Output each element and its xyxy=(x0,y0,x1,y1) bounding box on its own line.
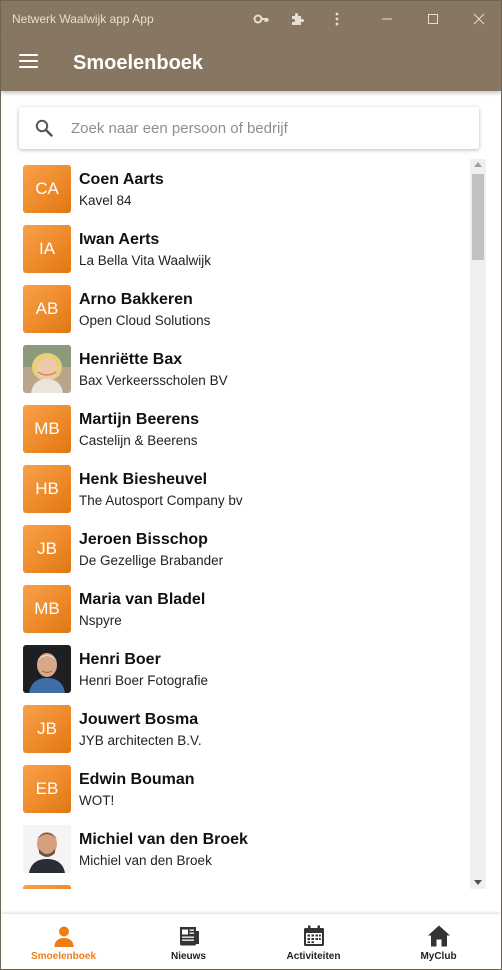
list-item[interactable]: JB Jouwert Bosma JYB architecten B.V. xyxy=(19,699,469,759)
close-icon[interactable] xyxy=(469,9,489,29)
contact-company: Michiel van den Broek xyxy=(79,853,212,868)
newspaper-icon xyxy=(179,927,199,946)
avatar xyxy=(23,885,71,889)
contact-company: The Autosport Company bv xyxy=(79,493,243,508)
scroll-up-arrow-icon[interactable] xyxy=(474,162,482,167)
avatar: JB xyxy=(23,705,71,753)
contact-list: CA Coen Aarts Kavel 84 IA Iwan Aerts La … xyxy=(19,159,469,889)
avatar-photo xyxy=(23,825,71,873)
contact-company: Kavel 84 xyxy=(79,193,132,208)
contact-company: Nspyre xyxy=(79,613,122,628)
contact-name: Henri Boer xyxy=(79,651,161,668)
list-item[interactable]: CA Coen Aarts Kavel 84 xyxy=(19,159,469,219)
contact-company: Open Cloud Solutions xyxy=(79,313,211,328)
contact-company: Bax Verkeersscholen BV xyxy=(79,373,228,388)
contact-name: Michiel van den Broek xyxy=(79,831,248,848)
nav-label: Activiteiten xyxy=(286,951,341,962)
contact-company: De Gezellige Brabander xyxy=(79,553,224,568)
contact-name: Henriëtte Bax xyxy=(79,351,183,368)
avatar-photo xyxy=(23,345,71,393)
nav-myclub[interactable]: MyClub xyxy=(376,914,501,969)
page-title: Smoelenboek xyxy=(73,52,204,74)
scroll-down-arrow-icon[interactable] xyxy=(474,880,482,885)
nav-nieuws[interactable]: Nieuws xyxy=(126,914,251,969)
more-vertical-icon[interactable] xyxy=(327,9,347,29)
contact-name: Jeroen Bisschop xyxy=(79,531,208,548)
search-icon[interactable] xyxy=(35,119,53,137)
contact-company: WOT! xyxy=(79,793,115,808)
list-item[interactable]: HB Henk Biesheuvel The Autosport Company… xyxy=(19,459,469,519)
list-item[interactable]: EB Edwin Bouman WOT! xyxy=(19,759,469,819)
contact-name: Arno Bakkeren xyxy=(79,291,193,308)
person-icon xyxy=(54,926,73,947)
contact-company: La Bella Vita Waalwijk xyxy=(79,253,212,268)
contact-name: Martijn Beerens xyxy=(79,411,200,428)
contact-name: Jouwert Bosma xyxy=(79,711,199,728)
contact-name: Coen Aarts xyxy=(79,171,164,188)
list-item[interactable]: IA Iwan Aerts La Bella Vita Waalwijk xyxy=(19,219,469,279)
contact-name: Henk Biesheuvel xyxy=(79,471,208,488)
avatar: MB xyxy=(23,405,71,453)
avatar: JB xyxy=(23,525,71,573)
avatar: CA xyxy=(23,165,71,213)
list-item[interactable]: MB Martijn Beerens Castelijn & Beerens xyxy=(19,399,469,459)
avatar: IA xyxy=(23,225,71,273)
list-item[interactable] xyxy=(19,879,469,889)
search-input[interactable] xyxy=(71,115,467,141)
contact-company: Castelijn & Beerens xyxy=(79,433,198,448)
avatar: HB xyxy=(23,465,71,513)
maximize-icon[interactable] xyxy=(423,9,443,29)
window-title: Netwerk Waalwijk app App xyxy=(12,12,154,26)
hamburger-menu-icon[interactable] xyxy=(19,54,39,74)
minimize-icon[interactable] xyxy=(377,9,397,29)
nav-label: MyClub xyxy=(420,951,457,962)
list-item[interactable]: JB Jeroen Bisschop De Gezellige Brabande… xyxy=(19,519,469,579)
extensions-icon[interactable] xyxy=(287,9,307,29)
avatar: AB xyxy=(23,285,71,333)
bottom-navigation: Smoelenboek Nieuws Activiteiten MyClub xyxy=(1,914,501,969)
contact-company: JYB architecten B.V. xyxy=(79,733,202,748)
search-bar[interactable] xyxy=(19,107,479,149)
scrollbar-thumb[interactable] xyxy=(472,174,484,260)
home-icon xyxy=(427,925,450,947)
nav-label: Smoelenboek xyxy=(30,951,97,962)
scrollbar[interactable] xyxy=(470,159,486,889)
list-item[interactable]: Henri Boer Henri Boer Fotografie xyxy=(19,639,469,699)
key-icon[interactable] xyxy=(251,9,271,29)
avatar-photo xyxy=(23,645,71,693)
nav-label: Nieuws xyxy=(170,951,206,962)
list-item[interactable]: AB Arno Bakkeren Open Cloud Solutions xyxy=(19,279,469,339)
app-bar: Smoelenboek xyxy=(1,37,501,91)
nav-activiteiten[interactable]: Activiteiten xyxy=(251,914,376,969)
list-item[interactable]: Henriëtte Bax Bax Verkeersscholen BV xyxy=(19,339,469,399)
contact-company: Henri Boer Fotografie xyxy=(79,673,209,688)
contact-name: Edwin Bouman xyxy=(79,771,195,788)
contact-name: Maria van Bladel xyxy=(79,591,206,608)
contact-name: Iwan Aerts xyxy=(79,231,160,248)
title-bar: Netwerk Waalwijk app App xyxy=(1,1,501,37)
avatar: EB xyxy=(23,765,71,813)
list-item[interactable]: Michiel van den Broek Michiel van den Br… xyxy=(19,819,469,879)
app-window: Netwerk Waalwijk app App Smoelenboek Zoe… xyxy=(0,0,502,970)
nav-smoelenboek[interactable]: Smoelenboek xyxy=(1,914,126,969)
calendar-icon xyxy=(303,925,324,946)
avatar: MB xyxy=(23,585,71,633)
list-item[interactable]: MB Maria van Bladel Nspyre xyxy=(19,579,469,639)
